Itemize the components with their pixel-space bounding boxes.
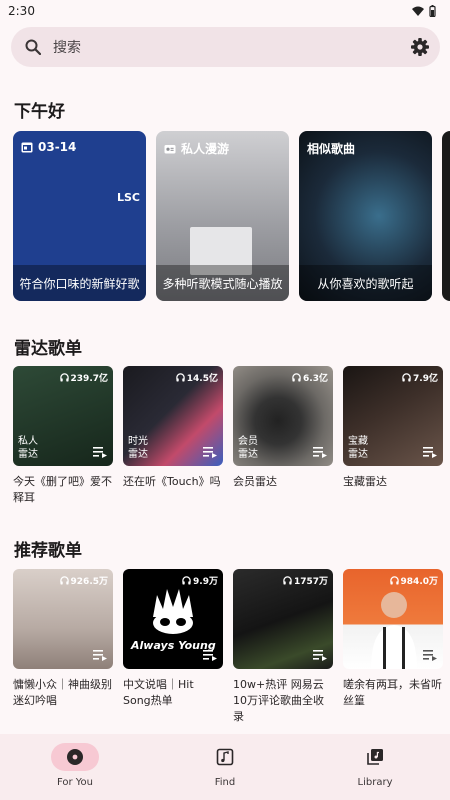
playlist-title[interactable]: 宝藏雷达 (343, 474, 443, 490)
play-count: 6.3亿 (292, 371, 328, 384)
queue-icon[interactable] (203, 650, 217, 661)
queue-icon[interactable] (423, 447, 437, 458)
playlist-card[interactable]: 7.9亿 宝藏 雷达 宝藏雷达 (343, 366, 443, 506)
playlist-cover: 14.5亿 时光 雷达 (123, 366, 223, 466)
featured-card-similar[interactable]: 相似歌曲 从你喜欢的歌听起 (299, 131, 432, 301)
play-count: 984.0万 (389, 574, 438, 587)
playlist-cover-label: 时光 雷达 (128, 436, 148, 460)
play-count: 239.7亿 (59, 371, 108, 384)
playlist-card[interactable]: 14.5亿 时光 雷达 还在听《Touch》吗 (123, 366, 223, 506)
playlist-cover-label: 会员 雷达 (238, 436, 258, 460)
play-count: 9.9万 (182, 574, 218, 587)
playlist-card[interactable]: 6.3亿 会员 雷达 会员雷达 (233, 366, 333, 506)
queue-icon[interactable] (423, 650, 437, 661)
queue-icon[interactable] (93, 650, 107, 661)
play-count: 926.5万 (59, 574, 108, 587)
featured-card-head: 03-14 (21, 140, 76, 154)
playlist-card[interactable]: 926.5万 慵懒小众｜神曲级别迷幻吟唱 (13, 569, 113, 725)
nav-label: For You (56, 777, 94, 788)
playlist-card[interactable]: 984.0万 嗟余有两耳，未省听丝篁 (343, 569, 443, 725)
flame-skull-logo (153, 589, 193, 634)
headphones-icon (59, 373, 69, 382)
nav-tab-library[interactable]: Library (300, 734, 450, 800)
nav-label: Library (357, 777, 393, 788)
playlist-cover: 239.7亿 私人 雷达 (13, 366, 113, 466)
lsc-logo: LSC (117, 191, 141, 204)
headphones-icon (176, 373, 185, 382)
play-count: 7.9亿 (402, 371, 438, 384)
recommend-playlist-row: 926.5万 慵懒小众｜神曲级别迷幻吟唱 9.9万 Always Young 中… (13, 569, 443, 725)
featured-card-title: 相似歌曲 (307, 142, 356, 156)
playlist-card[interactable]: 1757万 10w+热评 网易云10万评论歌曲全收录 (233, 569, 333, 725)
battery-icon (429, 5, 436, 17)
featured-card-caption: 符合你口味的新鲜好歌 (13, 265, 146, 301)
headphones-icon (59, 576, 69, 585)
nav-pill (351, 743, 399, 771)
nav-pill (201, 743, 249, 771)
playlist-cover: 926.5万 (13, 569, 113, 669)
playlist-title[interactable]: 10w+热评 网易云10万评论歌曲全收录 (233, 677, 333, 725)
play-count: 1757万 (283, 574, 328, 587)
playlist-cover: 984.0万 (343, 569, 443, 669)
featured-card-daily[interactable]: 03-14 LSC 符合你口味的新鲜好歌 (13, 131, 146, 301)
greeting-heading: 下午好 (14, 102, 65, 122)
calendar-icon (21, 142, 33, 153)
featured-card-roam[interactable]: 私人漫游 多种听歌模式随心播放 (156, 131, 289, 301)
nav-tab-find[interactable]: Find (150, 734, 300, 800)
headphones-icon (402, 373, 411, 382)
playlist-cover: 9.9万 Always Young (123, 569, 223, 669)
queue-icon[interactable] (203, 447, 217, 458)
music-note-icon (216, 748, 234, 766)
playlist-cover: 1757万 (233, 569, 333, 669)
featured-card-caption: 从你喜欢的歌听起 (299, 265, 432, 301)
playlist-title[interactable]: 还在听《Touch》吗 (123, 474, 223, 490)
wifi-icon (412, 6, 424, 16)
status-icons (412, 5, 436, 17)
featured-card-title: 03-14 (38, 140, 77, 154)
gear-icon[interactable] (410, 37, 430, 57)
headphones-icon (292, 373, 301, 382)
featured-card-caption: 多种听歌模式随心播放 (156, 265, 289, 301)
playlist-cover-label: 宝藏 雷达 (348, 436, 368, 460)
search-icon (25, 39, 41, 55)
bottom-nav: For You Find Library (0, 734, 450, 800)
playlist-title[interactable]: 会员雷达 (233, 474, 333, 490)
playlist-cover: 7.9亿 宝藏 雷达 (343, 366, 443, 466)
radar-heading: 雷达歌单 (14, 339, 82, 359)
nav-label: Find (214, 777, 236, 788)
radio-icon (164, 144, 176, 153)
playlist-cover: 6.3亿 会员 雷达 (233, 366, 333, 466)
recommend-heading: 推荐歌单 (14, 541, 82, 561)
playlist-title[interactable]: 今天《删了吧》爱不释耳 (13, 474, 113, 506)
featured-card-head: 相似歌曲 (307, 140, 355, 157)
playlist-card[interactable]: 9.9万 Always Young 中文说唱｜Hit Song热单 (123, 569, 223, 725)
play-count: 14.5亿 (176, 371, 218, 384)
nav-pill (51, 743, 99, 771)
search-bar[interactable]: 搜索 (11, 27, 440, 67)
status-bar: 2:30 (0, 0, 450, 22)
headphones-icon (283, 576, 292, 585)
playlist-cover-label: 私人 雷达 (18, 436, 38, 460)
playlist-title[interactable]: 嗟余有两耳，未省听丝篁 (343, 677, 443, 709)
nav-tab-for-you[interactable]: For You (0, 734, 150, 800)
person-photo (371, 592, 417, 669)
featured-card-title: 私人漫游 (181, 142, 230, 156)
status-time: 2:30 (8, 4, 35, 18)
search-input[interactable]: 搜索 (53, 37, 410, 57)
radar-playlist-row: 239.7亿 私人 雷达 今天《删了吧》爱不释耳 14.5亿 时光 雷达 还在听《T… (13, 366, 443, 506)
playlist-title[interactable]: 慵懒小众｜神曲级别迷幻吟唱 (13, 677, 113, 709)
queue-icon[interactable] (93, 447, 107, 458)
queue-icon[interactable] (313, 650, 327, 661)
disc-icon (67, 749, 83, 765)
featured-card-peek[interactable] (442, 131, 450, 301)
queue-icon[interactable] (313, 447, 327, 458)
featured-card-head: 私人漫游 (164, 140, 229, 157)
library-icon (367, 749, 383, 765)
playlist-card[interactable]: 239.7亿 私人 雷达 今天《删了吧》爱不释耳 (13, 366, 113, 506)
headphones-icon (389, 576, 399, 585)
headphones-icon (182, 576, 191, 585)
playlist-title[interactable]: 中文说唱｜Hit Song热单 (123, 677, 223, 709)
